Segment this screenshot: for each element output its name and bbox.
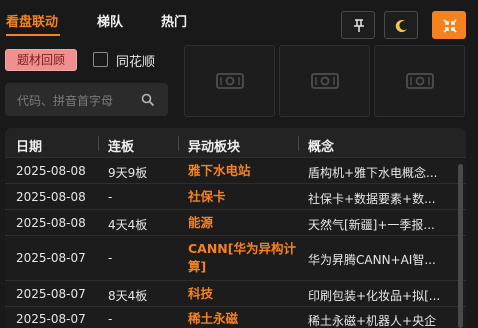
placeholder-card[interactable] xyxy=(279,45,370,117)
table-scrollbar[interactable] xyxy=(458,164,463,328)
table-row[interactable]: 2025-08-08 4天4板 能源 天然气[新疆]+一季报... xyxy=(5,211,466,236)
top-tab-bar: 看盘联动 梯队 热门 xyxy=(0,0,478,39)
search-box[interactable]: 代码、拼音首字母 xyxy=(5,83,168,116)
cell-sector[interactable]: 稀土永磁 xyxy=(188,310,300,328)
cell-boards: - xyxy=(108,312,113,326)
column-header-sector[interactable]: 异动板块 xyxy=(188,136,240,155)
table-row[interactable]: 2025-08-08 9天9板 雅下水电站 盾构机+雅下水电概念... xyxy=(5,159,466,184)
cell-concept: 社保卡+数据要素+数... xyxy=(308,192,436,206)
image-placeholder-icon xyxy=(406,73,434,89)
cell-boards: 9天9板 xyxy=(108,166,148,180)
cell-boards: 4天4板 xyxy=(108,218,148,232)
pin-icon xyxy=(354,19,364,32)
search-input[interactable]: 代码、拼音首字母 xyxy=(17,92,129,109)
moon-icon xyxy=(395,20,407,33)
cell-date: 2025-08-07 xyxy=(16,312,86,326)
cell-concept: 天然气[新疆]+一季报... xyxy=(308,218,435,232)
active-tab-indicator xyxy=(6,34,60,36)
topic-review-button[interactable]: 题材回顾 xyxy=(5,49,77,71)
theme-toggle-button[interactable] xyxy=(384,11,418,39)
collapse-button[interactable] xyxy=(432,11,466,39)
cell-sector[interactable]: 能源 xyxy=(188,214,300,232)
column-header-boards[interactable]: 连板 xyxy=(108,136,134,155)
cell-sector[interactable]: CANN[华为异构计算] xyxy=(188,240,300,276)
column-divider xyxy=(178,136,179,151)
table-header: 日期 连板 异动板块 概念 xyxy=(5,128,466,158)
table-row[interactable]: 2025-08-08 - 社保卡 社保卡+数据要素+数... xyxy=(5,185,466,210)
cell-sector[interactable]: 雅下水电站 xyxy=(188,162,300,180)
column-header-concept[interactable]: 概念 xyxy=(308,136,334,155)
cell-concept: 华为昇腾CANN+AI智... xyxy=(308,253,436,267)
pin-button[interactable] xyxy=(341,11,375,39)
table-row[interactable]: 2025-08-07 8天4板 科技 印刷包装+化妆品+拟[... xyxy=(5,282,466,307)
cell-boards: - xyxy=(108,190,113,204)
cell-boards: 8天4板 xyxy=(108,289,148,303)
collapse-arrows-icon xyxy=(443,19,457,33)
cell-date: 2025-08-07 xyxy=(16,251,86,265)
tab-echelon[interactable]: 梯队 xyxy=(97,11,123,30)
image-placeholder-icon xyxy=(216,73,244,89)
cell-sector[interactable]: 科技 xyxy=(188,285,300,303)
movement-table: 日期 连板 异动板块 概念 2025-08-08 9天9板 雅下水电站 盾构机+… xyxy=(5,128,466,328)
cell-date: 2025-08-08 xyxy=(16,164,86,178)
image-placeholder-icon xyxy=(311,73,339,89)
tab-market-linkage[interactable]: 看盘联动 xyxy=(6,11,58,30)
placeholder-card[interactable] xyxy=(374,45,465,117)
cell-concept: 稀土永磁+机器人+央企 xyxy=(308,314,437,328)
search-icon[interactable] xyxy=(141,93,155,107)
table-row[interactable]: 2025-08-07 - 稀土永磁 稀土永磁+机器人+央企 xyxy=(5,308,466,328)
placeholder-card[interactable] xyxy=(184,45,275,117)
column-divider xyxy=(298,136,299,151)
tab-hot[interactable]: 热门 xyxy=(161,11,187,30)
table-row[interactable]: 2025-08-07 - CANN[华为异构计算] 华为昇腾CANN+AI智..… xyxy=(5,237,466,281)
column-divider xyxy=(98,136,99,151)
column-header-date[interactable]: 日期 xyxy=(16,136,42,155)
cell-sector[interactable]: 社保卡 xyxy=(188,188,300,206)
cell-date: 2025-08-07 xyxy=(16,287,86,301)
tonghuashun-label[interactable]: 同花顺 xyxy=(116,51,155,70)
tonghuashun-checkbox[interactable] xyxy=(93,52,108,67)
cell-concept: 盾构机+雅下水电概念... xyxy=(308,166,438,180)
cell-concept: 印刷包装+化妆品+拟[... xyxy=(308,289,441,303)
cell-date: 2025-08-08 xyxy=(16,216,86,230)
cell-boards: - xyxy=(108,251,113,265)
cell-date: 2025-08-08 xyxy=(16,190,86,204)
